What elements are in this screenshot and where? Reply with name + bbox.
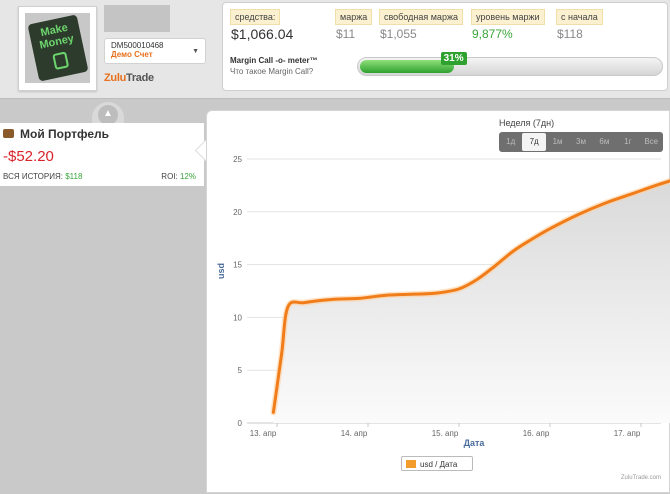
y-tick-label-2: 10 xyxy=(233,313,242,322)
margin-call-percent: 31% xyxy=(440,52,467,65)
joystick-icon xyxy=(52,51,70,70)
roi-label: ROI: xyxy=(161,172,178,181)
account-selector[interactable]: DM500010468 Демо Счет ▼ xyxy=(104,38,206,64)
header-bar: Make Money DM500010468 Демо Счет ▼ ZuluT… xyxy=(0,0,670,99)
history-label: ВСЯ ИСТОРИЯ: xyxy=(3,172,63,181)
y-tick-label-5: 25 xyxy=(233,155,242,164)
brand-part1: Zulu xyxy=(104,72,127,84)
avatar-text: Make Money xyxy=(38,21,76,52)
brand-logo: ZuluTrade xyxy=(104,72,154,84)
roi-value: 12% xyxy=(179,172,196,181)
stat-label-since-start: с начала xyxy=(556,9,603,25)
portfolio-title: Мой Портфель xyxy=(20,127,110,141)
x-tick-label-0: 13. апр xyxy=(250,429,277,438)
account-id: DM500010468 xyxy=(111,41,164,50)
legend-label: usd / Дата xyxy=(420,460,458,469)
stat-label-equity: средства: xyxy=(230,9,281,25)
margin-call-meter: 31% xyxy=(357,52,663,76)
portfolio-roi: ROI: 12% xyxy=(161,172,196,181)
stat-label-margin-level: уровень маржи xyxy=(471,9,545,25)
x-axis-label: Дата xyxy=(464,438,486,448)
portfolio-header: Мой Портфель xyxy=(3,127,109,141)
stat-value-free-margin: $1,055 xyxy=(380,27,417,41)
portfolio-summary[interactable]: Мой Портфель -$52.20 ВСЯ ИСТОРИЯ: $118 R… xyxy=(0,123,204,186)
stat-value-since-start: $118 xyxy=(557,27,583,41)
brand-part2: Trade xyxy=(126,72,154,84)
stat-value-margin-level: 9,877% xyxy=(472,27,513,41)
y-tick-label-1: 5 xyxy=(238,366,243,375)
margin-call-title: Margin Call -o- meter™ xyxy=(230,56,318,65)
margin-call-info-link[interactable]: Что такое Margin Call? xyxy=(230,67,313,76)
avatar[interactable]: Make Money xyxy=(18,6,97,91)
avatar-sign: Make Money xyxy=(27,14,89,82)
stat-value-margin: $11 xyxy=(336,27,356,41)
y-axis-label: usd xyxy=(216,263,226,279)
history-value: $118 xyxy=(65,172,83,181)
y-tick-label-3: 15 xyxy=(233,261,242,270)
chart-panel: Неделя (7дн) 1д 7д 1м 3м 6м 1г Все 0 5 10 15 20 25 1… xyxy=(206,110,670,493)
chart-legend[interactable]: usd / Дата xyxy=(401,456,473,471)
user-name-placeholder xyxy=(104,5,170,32)
equity-chart: 0 5 10 15 20 25 13. апр 14. апр 15. апр 16. апр 17… xyxy=(216,155,670,448)
x-tick-label-1: 14. апр xyxy=(341,429,368,438)
avatar-image: Make Money xyxy=(25,13,90,83)
x-tick-label-3: 16. апр xyxy=(523,429,550,438)
stat-value-equity: $1,066.04 xyxy=(231,26,294,42)
account-type: Демо Счет xyxy=(111,50,153,59)
x-tick-label-4: 17. апр xyxy=(614,429,641,438)
y-tick-label-4: 20 xyxy=(233,208,242,217)
y-tick-label-0: 0 xyxy=(238,419,243,428)
portfolio-value: -$52.20 xyxy=(3,148,54,165)
legend-swatch xyxy=(406,460,416,468)
account-stats-panel: средства: $1,066.04 маржа $11 свободная … xyxy=(222,2,668,91)
chevron-down-icon: ▼ xyxy=(192,48,199,55)
portfolio-history: ВСЯ ИСТОРИЯ: $118 xyxy=(3,172,82,181)
stat-label-free-margin: свободная маржа xyxy=(379,9,463,25)
chart-credit[interactable]: ZuluTrade.com xyxy=(621,475,661,481)
x-tick-label-2: 15. апр xyxy=(432,429,459,438)
margin-call-meter-fill xyxy=(360,60,454,73)
stat-label-margin: маржа xyxy=(335,9,373,25)
chevron-up-icon: ▲ xyxy=(98,105,118,125)
briefcase-icon xyxy=(3,129,14,138)
